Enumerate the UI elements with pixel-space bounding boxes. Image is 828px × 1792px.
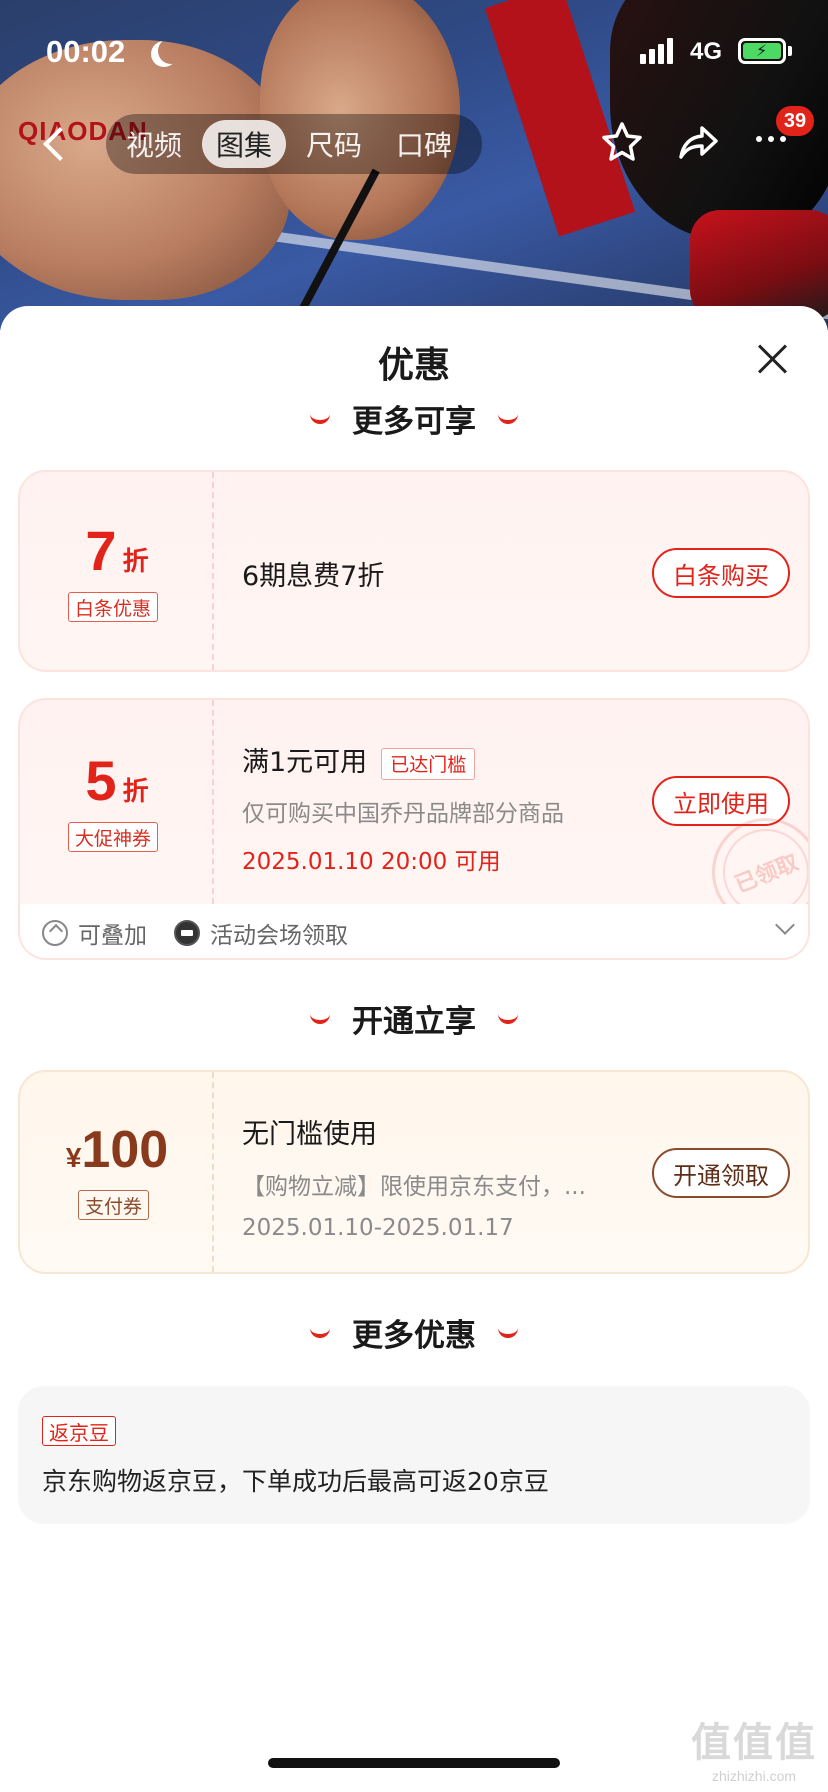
- jingdou-desc: 京东购物返京豆，下单成功后最高可返20京豆: [42, 1467, 549, 1496]
- section-header-more-offers: 更多优惠: [0, 1310, 828, 1355]
- section-title: 更多优惠: [352, 1318, 476, 1354]
- sheet-title: 优惠: [377, 345, 450, 386]
- chevron-down-icon[interactable]: [775, 915, 795, 935]
- discount-value: 5折: [85, 749, 149, 812]
- section-title: 开通立享: [352, 1004, 476, 1040]
- smile-icon: [310, 1014, 330, 1024]
- stackable-icon: [42, 920, 68, 946]
- close-icon[interactable]: [756, 342, 790, 376]
- coupon-type-tag: 白条优惠: [68, 592, 159, 622]
- network-label: 4G: [690, 38, 723, 65]
- activate-claim-button[interactable]: 开通领取: [652, 1148, 790, 1198]
- coupon-title: 无门槛使用: [242, 1119, 377, 1150]
- tab-gallery[interactable]: 图集: [202, 120, 287, 168]
- smile-icon: [498, 1328, 518, 1338]
- smile-icon: [498, 414, 518, 424]
- watermark-logo: 值值值: [691, 1720, 817, 1766]
- tab-size[interactable]: 尺码: [292, 120, 376, 168]
- message-count-badge: 39: [776, 106, 814, 136]
- watermark: 值值值 zhizhizhi.com: [680, 1710, 828, 1784]
- tab-video[interactable]: 视频: [112, 120, 196, 168]
- coupon-card-payment: ¥100 支付券 无门槛使用 【购物立减】限使用京东支付，... 2025.01…: [18, 1070, 810, 1274]
- coupon-type-tag: 支付券: [78, 1190, 150, 1220]
- watermark-url: zhizhizhi.com: [711, 1768, 797, 1784]
- coupon-valid-date: 2025.01.10-2025.01.17: [242, 1215, 514, 1241]
- smile-icon: [310, 414, 330, 424]
- section-title: 更多可享: [352, 404, 476, 440]
- share-icon[interactable]: [676, 120, 720, 164]
- media-tabs: 视频 图集 尺码 口碑: [106, 114, 482, 174]
- product-nav-bar: 视频 图集 尺码 口碑 39: [0, 106, 828, 180]
- status-bar: 00:02 4G ⚡: [0, 0, 828, 100]
- coupon-desc: 【购物立减】限使用京东支付，...: [242, 1174, 586, 1200]
- stackable-label: 可叠加: [78, 923, 147, 949]
- coupon-valid-date: 2025.01.10 20:00 可用: [242, 848, 501, 875]
- moon-icon: [158, 38, 184, 64]
- jingdou-offer-card[interactable]: 返京豆 京东购物返京豆，下单成功后最高可返20京豆: [18, 1386, 810, 1524]
- section-header-more-enjoy: 更多可享: [0, 396, 828, 441]
- ticket-icon: [174, 920, 200, 946]
- smile-icon: [310, 1328, 330, 1338]
- coupon-amount: ¥100: [65, 1121, 169, 1179]
- back-icon[interactable]: [38, 126, 72, 160]
- coupon-title: 满1元可用 已达门槛: [242, 740, 564, 780]
- coupon-footer: 可叠加 活动会场领取: [18, 904, 810, 960]
- discount-sheet: 优惠 更多可享 7折 白条优惠 6期息费7折 白条购买 5折 大促神券 满1元可…: [0, 306, 828, 1792]
- coupon-desc: 仅可购买中国乔丹品牌部分商品: [242, 800, 564, 827]
- section-header-open-enjoy: 开通立享: [0, 996, 828, 1041]
- coupon-source-label: 活动会场领取: [210, 923, 348, 949]
- coupon-title: 6期息费7折: [242, 561, 385, 592]
- coupon-card-baitiao: 7折 白条优惠 6期息费7折 白条购买: [18, 470, 810, 672]
- status-time: 00:02: [46, 34, 126, 69]
- battery-icon: ⚡: [738, 38, 786, 64]
- tab-reviews[interactable]: 口碑: [382, 120, 466, 168]
- jingdou-tag: 返京豆: [42, 1416, 116, 1446]
- coupon-card-promo: 5折 大促神券 满1元可用 已达门槛 仅可购买中国乔丹品牌部分商品 2025.01…: [18, 698, 810, 904]
- home-indicator[interactable]: [268, 1758, 560, 1768]
- star-icon[interactable]: [600, 120, 644, 164]
- threshold-badge: 已达门槛: [381, 747, 476, 780]
- signal-icon: [640, 38, 680, 64]
- coupon-type-tag: 大促神券: [68, 822, 159, 852]
- baitiao-buy-button[interactable]: 白条购买: [652, 548, 790, 598]
- discount-value: 7折: [85, 519, 149, 582]
- smile-icon: [498, 1014, 518, 1024]
- more-icon[interactable]: [756, 136, 786, 142]
